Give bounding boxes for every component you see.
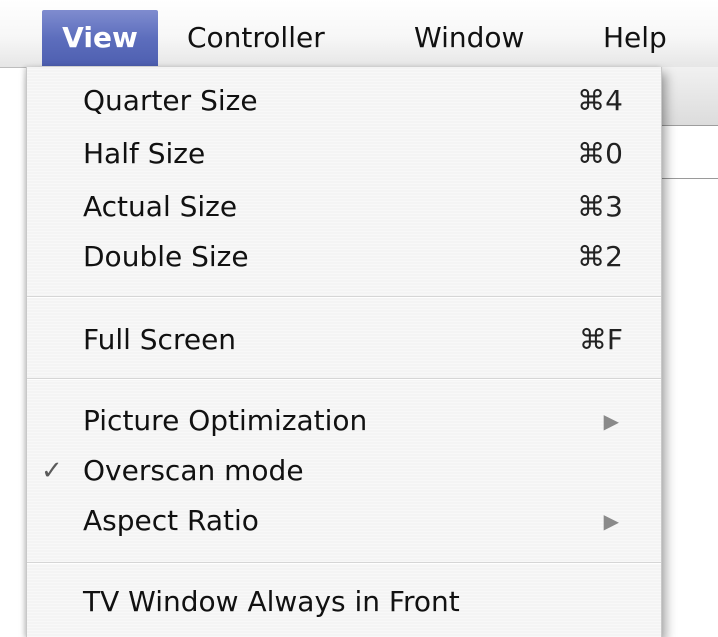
shortcut-label: ⌘2 <box>577 240 623 273</box>
shortcut-label: ⌘F <box>578 323 623 356</box>
menu-item-label: TV Window Always in Front <box>83 585 460 618</box>
shortcut-label: ⌘0 <box>577 137 623 170</box>
menu-item-actual-size[interactable]: Actual Size ⌘3 <box>27 183 661 231</box>
menu-item-label: Aspect Ratio <box>83 504 259 537</box>
menu-separator <box>27 562 661 564</box>
menu-item-label: Quarter Size <box>83 84 258 117</box>
menu-item-tv-window-always-in-front[interactable]: TV Window Always in Front <box>27 578 661 626</box>
menu-item-half-size[interactable]: Half Size ⌘0 <box>27 130 661 178</box>
menu-item-overscan-mode[interactable]: ✓ Overscan mode <box>27 447 661 495</box>
menu-item-picture-optimization[interactable]: Picture Optimization ▶ <box>27 397 661 445</box>
menu-separator <box>27 378 661 380</box>
menu-item-label: Full Screen <box>83 323 237 356</box>
menu-item-aspect-ratio[interactable]: Aspect Ratio ▶ <box>27 497 661 545</box>
menu-item-label: Actual Size <box>83 190 238 223</box>
menu-item-label: Half Size <box>83 137 206 170</box>
view-menu-dropdown: Quarter Size ⌘4 Half Size ⌘0 Actual Size… <box>26 67 662 637</box>
menu-item-label: Double Size <box>83 240 249 273</box>
menu-item-full-screen[interactable]: Full Screen ⌘F <box>27 316 661 364</box>
menu-view[interactable]: View <box>42 10 158 66</box>
background-window-toolbar <box>660 67 718 126</box>
shortcut-label: ⌘3 <box>577 190 623 223</box>
menu-item-label: Picture Optimization <box>83 404 368 437</box>
submenu-arrow-icon: ▶ <box>603 509 619 533</box>
background-window <box>660 67 718 637</box>
menu-bar: View Controller Window Help <box>0 0 718 68</box>
menu-item-label: Overscan mode <box>83 454 304 487</box>
menu-item-double-size[interactable]: Double Size ⌘2 <box>27 233 661 281</box>
submenu-arrow-icon: ▶ <box>603 409 619 433</box>
menu-help[interactable]: Help <box>603 10 667 66</box>
menu-separator <box>27 296 661 298</box>
menu-item-quarter-size[interactable]: Quarter Size ⌘4 <box>27 77 661 125</box>
background-window-divider <box>660 178 718 179</box>
menu-controller[interactable]: Controller <box>187 10 325 66</box>
shortcut-label: ⌘4 <box>577 84 623 117</box>
checkmark-icon: ✓ <box>41 456 63 486</box>
menu-window[interactable]: Window <box>414 10 524 66</box>
